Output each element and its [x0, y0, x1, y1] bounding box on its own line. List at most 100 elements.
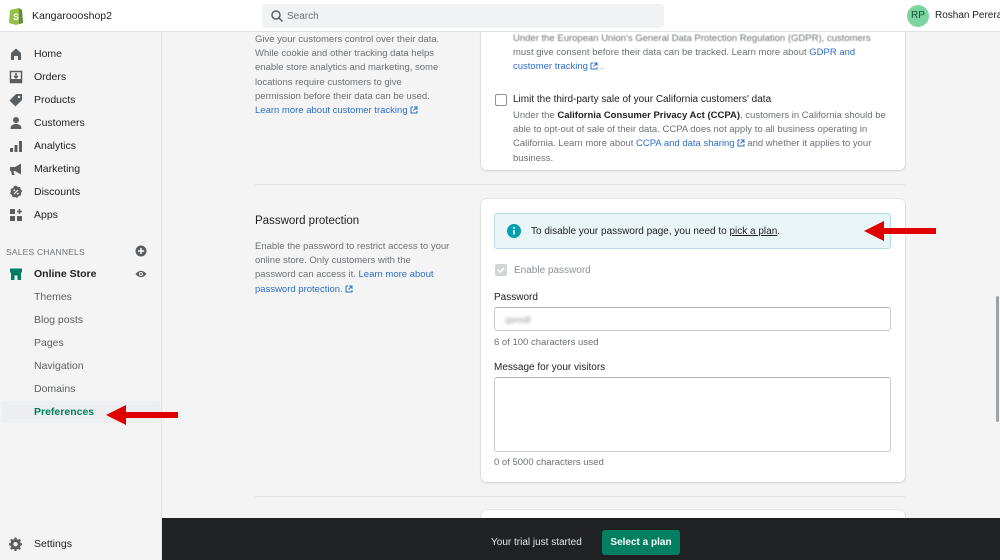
sidebar-item-blog-posts[interactable]: Blog posts [2, 309, 160, 331]
password-protection-link[interactable]: Learn more about [359, 269, 434, 280]
banner-message: To disable your password page, you need … [531, 226, 730, 237]
external-link-icon [410, 106, 418, 114]
sidebar-item-label: Orders [34, 71, 67, 83]
password-protection-description: Enable the password to restrict access t… [255, 240, 460, 297]
sidebar-item-label: Marketing [34, 163, 81, 175]
sidebar-item-label: Customers [34, 117, 85, 129]
view-store-eye-icon[interactable] [135, 269, 147, 279]
annotation-arrow-icon [864, 221, 936, 241]
external-link-icon [345, 285, 353, 293]
sidebar-item-marketing[interactable]: Marketing [0, 158, 162, 180]
external-link-icon [737, 139, 745, 147]
message-textarea[interactable] [494, 377, 891, 452]
password-protection-card: To disable your password page, you need … [481, 199, 905, 482]
megaphone-icon [10, 163, 21, 175]
message-char-count: 0 of 5000 characters used [494, 457, 604, 468]
main-content: Give your customers control over their d… [163, 32, 1000, 518]
sidebar-item-pages[interactable]: Pages [2, 332, 160, 354]
banner-suffix: . [777, 226, 781, 237]
select-plan-button[interactable]: Select a plan [602, 530, 680, 555]
annotation-arrow-icon [106, 405, 178, 425]
ccpa-text: California. Learn more about [513, 138, 637, 150]
ccpa-checkbox-label[interactable]: Limit the third-party sale of your Calif… [513, 94, 771, 105]
next-section-card [481, 510, 905, 518]
pick-a-plan-link[interactable]: pick a plan [729, 226, 777, 237]
external-link-icon [590, 62, 598, 70]
discount-icon [10, 185, 23, 198]
add-sales-channel-icon[interactable] [135, 245, 147, 257]
sidebar-sub-item-label: Domains [34, 383, 76, 395]
checkmark-icon [497, 267, 505, 274]
gdpr-text-cut: Under the European Union's General Data … [513, 33, 871, 44]
search-input[interactable]: Search [262, 4, 664, 28]
sidebar-item-discounts[interactable]: Discounts [0, 181, 162, 203]
sidebar-item-domains[interactable]: Domains [2, 378, 160, 400]
customer-tracking-link[interactable]: Learn more about customer tracking [255, 105, 408, 116]
gdpr-text: . [597, 61, 604, 73]
gdpr-link[interactable]: customer tracking [513, 61, 588, 72]
banner-text: To disable your password page, you need … [531, 226, 780, 237]
info-icon [507, 224, 521, 238]
ccpa-description: Under the California Consumer Privacy Ac… [513, 109, 886, 166]
description-line: Give your customers control over their d… [255, 34, 440, 45]
gdpr-link[interactable]: GDPR and [809, 47, 855, 58]
avatar[interactable]: RP [907, 5, 929, 27]
ccpa-text: business. [513, 152, 554, 164]
sidebar-item-analytics[interactable]: Analytics [0, 135, 162, 157]
sidebar-sub-item-label: Navigation [34, 360, 84, 372]
sidebar-sub-item-label: Preferences [34, 406, 95, 418]
info-banner: To disable your password page, you need … [494, 213, 891, 249]
store-icon [10, 268, 22, 280]
description-line: While cookie and other tracking data hel… [255, 48, 435, 60]
sidebar-item-label: Settings [34, 538, 72, 550]
sidebar-item-home[interactable]: Home [0, 43, 162, 65]
description-line: permission before their data can be used… [255, 90, 430, 102]
gear-icon [9, 537, 23, 551]
enable-password-label: Enable password [514, 265, 591, 276]
sidebar-item-orders[interactable]: Orders [0, 66, 162, 88]
sidebar-sub-item-label: Pages [34, 337, 64, 349]
scrollbar[interactable] [996, 296, 999, 422]
password-label: Password [494, 292, 538, 303]
person-icon [10, 117, 22, 129]
home-icon [11, 48, 21, 60]
description-line: Enable the password to restrict access t… [255, 241, 450, 252]
password-char-count: 6 of 100 characters used [494, 337, 599, 348]
sidebar-item-label: Products [34, 94, 76, 106]
password-input[interactable]: qorodf [494, 307, 891, 331]
sidebar-item-themes[interactable]: Themes [2, 286, 160, 308]
sidebar-item-label: Home [34, 48, 63, 60]
sidebar-sub-item-label: Themes [34, 291, 72, 303]
sidebar-item-customers[interactable]: Customers [0, 112, 162, 134]
sidebar-item-label: Analytics [34, 140, 77, 152]
bar-chart-icon [10, 141, 22, 152]
sidebar-item-label: Online Store [34, 268, 97, 280]
sidebar-item-label: Apps [34, 209, 58, 221]
user-name[interactable]: Roshan Perera [935, 10, 1000, 21]
ccpa-text: and whether it applies to your [744, 138, 872, 150]
tag-icon [9, 94, 22, 107]
password-value: qorodf [505, 315, 531, 325]
description-line: enable store analytics and marketing, so… [255, 62, 439, 74]
search-placeholder: Search [287, 11, 319, 22]
sidebar-item-products[interactable]: Products [0, 89, 162, 111]
description-line: online store. Only customers with the [255, 255, 411, 267]
password-protection-link[interactable]: password protection. [255, 284, 343, 295]
ccpa-link[interactable]: CCPA and data sharing [636, 138, 735, 149]
enable-password-checkbox[interactable] [495, 264, 507, 276]
gdpr-description: must give consent before their data can … [513, 46, 855, 74]
sidebar-item-navigation[interactable]: Navigation [2, 355, 160, 377]
ccpa-checkbox[interactable] [495, 94, 507, 106]
trial-bar: Your trial just started Select a plan [162, 518, 1000, 560]
sidebar-sub-item-label: Blog posts [34, 314, 84, 326]
apps-icon [10, 209, 22, 221]
description-line: password can access it. [255, 269, 359, 281]
store-name[interactable]: Kangaroooshop2 [32, 10, 112, 22]
shopify-logo-icon[interactable]: S [8, 6, 24, 25]
sidebar-item-apps[interactable]: Apps [0, 204, 162, 226]
message-label: Message for your visitors [494, 362, 606, 373]
ccpa-act-name: California Consumer Privacy Act (CCPA) [557, 110, 741, 121]
sidebar-item-label: Discounts [34, 186, 81, 198]
trial-text: Your trial just started [491, 537, 582, 548]
sidebar-item-settings[interactable]: Settings [0, 533, 162, 555]
